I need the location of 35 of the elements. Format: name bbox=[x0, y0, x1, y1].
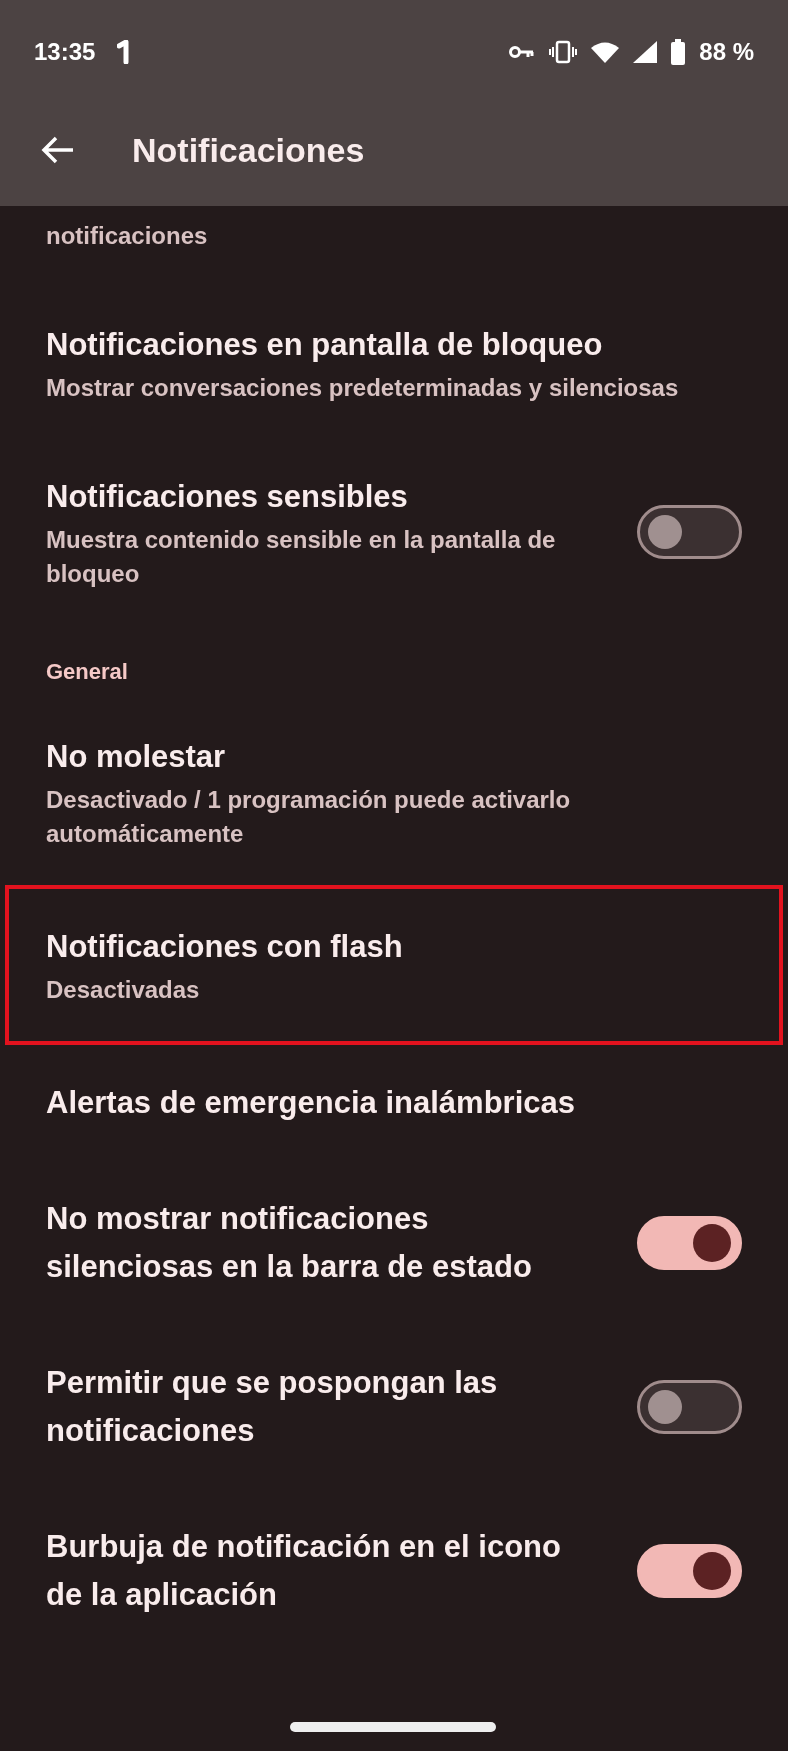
highlighted-setting-row[interactable]: Notificaciones con flash Desactivadas bbox=[5, 885, 783, 1045]
setting-row[interactable]: Notificaciones en pantalla de bloqueo Mostrar conversaciones predeterminadas y silenciosas bbox=[0, 287, 788, 439]
setting-row[interactable]: No molestar Desactivado / 1 programación puede activarlo automáticamente bbox=[0, 699, 788, 885]
setting-title: Permitir que se pospongan las notificaciones bbox=[46, 1364, 499, 1450]
battery-icon bbox=[671, 39, 686, 65]
setting-summary: notificaciones bbox=[46, 221, 209, 251]
setting-summary: Desactivadas bbox=[46, 975, 201, 1005]
setting-title: No mostrar notificaciones silenciosas en la barra de estado bbox=[46, 1200, 533, 1286]
setting-summary: Mostrar conversaciones predeterminadas y silenciosas bbox=[46, 373, 679, 403]
key-icon bbox=[509, 44, 536, 60]
vibrate-icon bbox=[549, 40, 578, 64]
setting-row[interactable]: Notificaciones sensibles Muestra contenido sensible en la pantalla de bloqueo bbox=[0, 439, 788, 625]
setting-title: Notificaciones sensibles bbox=[46, 478, 409, 516]
wifi-icon bbox=[591, 41, 620, 63]
setting-title: Notificaciones en pantalla de bloqueo bbox=[46, 326, 604, 364]
setting-row[interactable]: Burbuja de notificación en el icono de la aplicación bbox=[0, 1489, 788, 1653]
setting-summary: Muestra contenido sensible en la pantalla de bloqueo bbox=[46, 525, 557, 589]
section-header: General bbox=[46, 658, 129, 686]
toggle-switch[interactable] bbox=[637, 505, 742, 559]
page-title: Notificaciones bbox=[132, 129, 365, 171]
setting-summary: Desactivado / 1 programación puede activarlo automáticamente bbox=[46, 785, 572, 849]
setting-row[interactable]: No mostrar notificaciones silenciosas en la barra de estado bbox=[0, 1161, 788, 1325]
toggle-switch[interactable] bbox=[637, 1544, 742, 1598]
setting-row[interactable]: Alertas de emergencia inalámbricas bbox=[0, 1045, 788, 1161]
setting-title: Alertas de emergencia inalámbricas bbox=[46, 1084, 575, 1122]
setting-row[interactable]: Permitir que se pospongan las notificaciones bbox=[0, 1325, 788, 1489]
toggle-switch[interactable] bbox=[637, 1380, 742, 1434]
clock: 13:35 bbox=[34, 37, 96, 67]
signal-icon bbox=[633, 41, 658, 63]
setting-title: No molestar bbox=[46, 738, 227, 776]
setting-title: Burbuja de notificación en el icono de la aplicación bbox=[46, 1528, 562, 1614]
notification-icon bbox=[117, 40, 132, 64]
setting-title: Notificaciones con flash bbox=[46, 928, 403, 966]
battery-percentage: 88 % bbox=[699, 37, 754, 67]
toggle-switch[interactable] bbox=[637, 1216, 742, 1270]
